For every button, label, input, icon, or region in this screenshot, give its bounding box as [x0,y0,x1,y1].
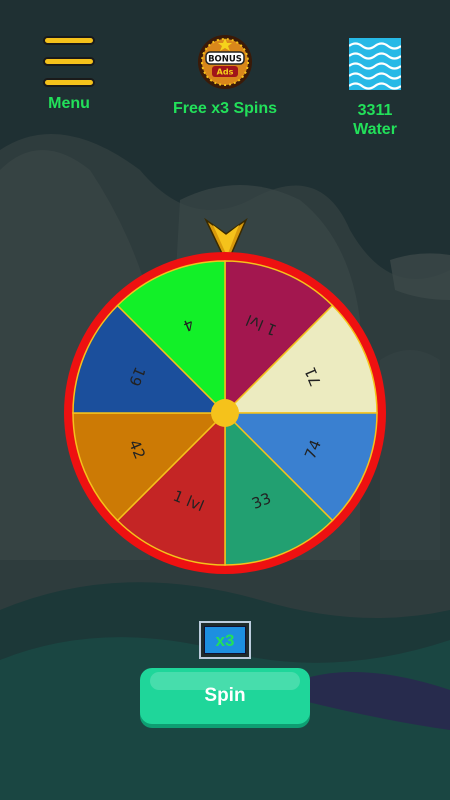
bonus-ads-badge-icon: BONUS Ads [198,35,252,89]
prize-wheel[interactable]: 1 lvl7174331 lvl42194 [63,251,387,575]
water-label: Water [353,121,397,138]
badge-text-bonus: BONUS [208,55,242,65]
badge-text-ads: Ads [217,68,234,77]
water-counter[interactable]: 3311 Water [335,38,415,139]
bonus-label: Free x3 Spins [172,100,278,117]
menu-button[interactable]: Menu [34,36,104,113]
hamburger-menu-icon [43,36,95,88]
spin-button-label: Spin [204,685,246,706]
water-amount: 3311 [357,102,393,119]
wheel-hub [211,399,239,427]
spin-button[interactable]: Spin [140,668,310,724]
multiplier-badge[interactable]: x3 [199,621,251,659]
multiplier-label: x3 [204,626,246,654]
water-waves-icon [348,38,402,90]
free-spins-bonus-button[interactable]: BONUS Ads Free x3 Spins [165,34,285,118]
menu-label: Menu [48,95,90,112]
